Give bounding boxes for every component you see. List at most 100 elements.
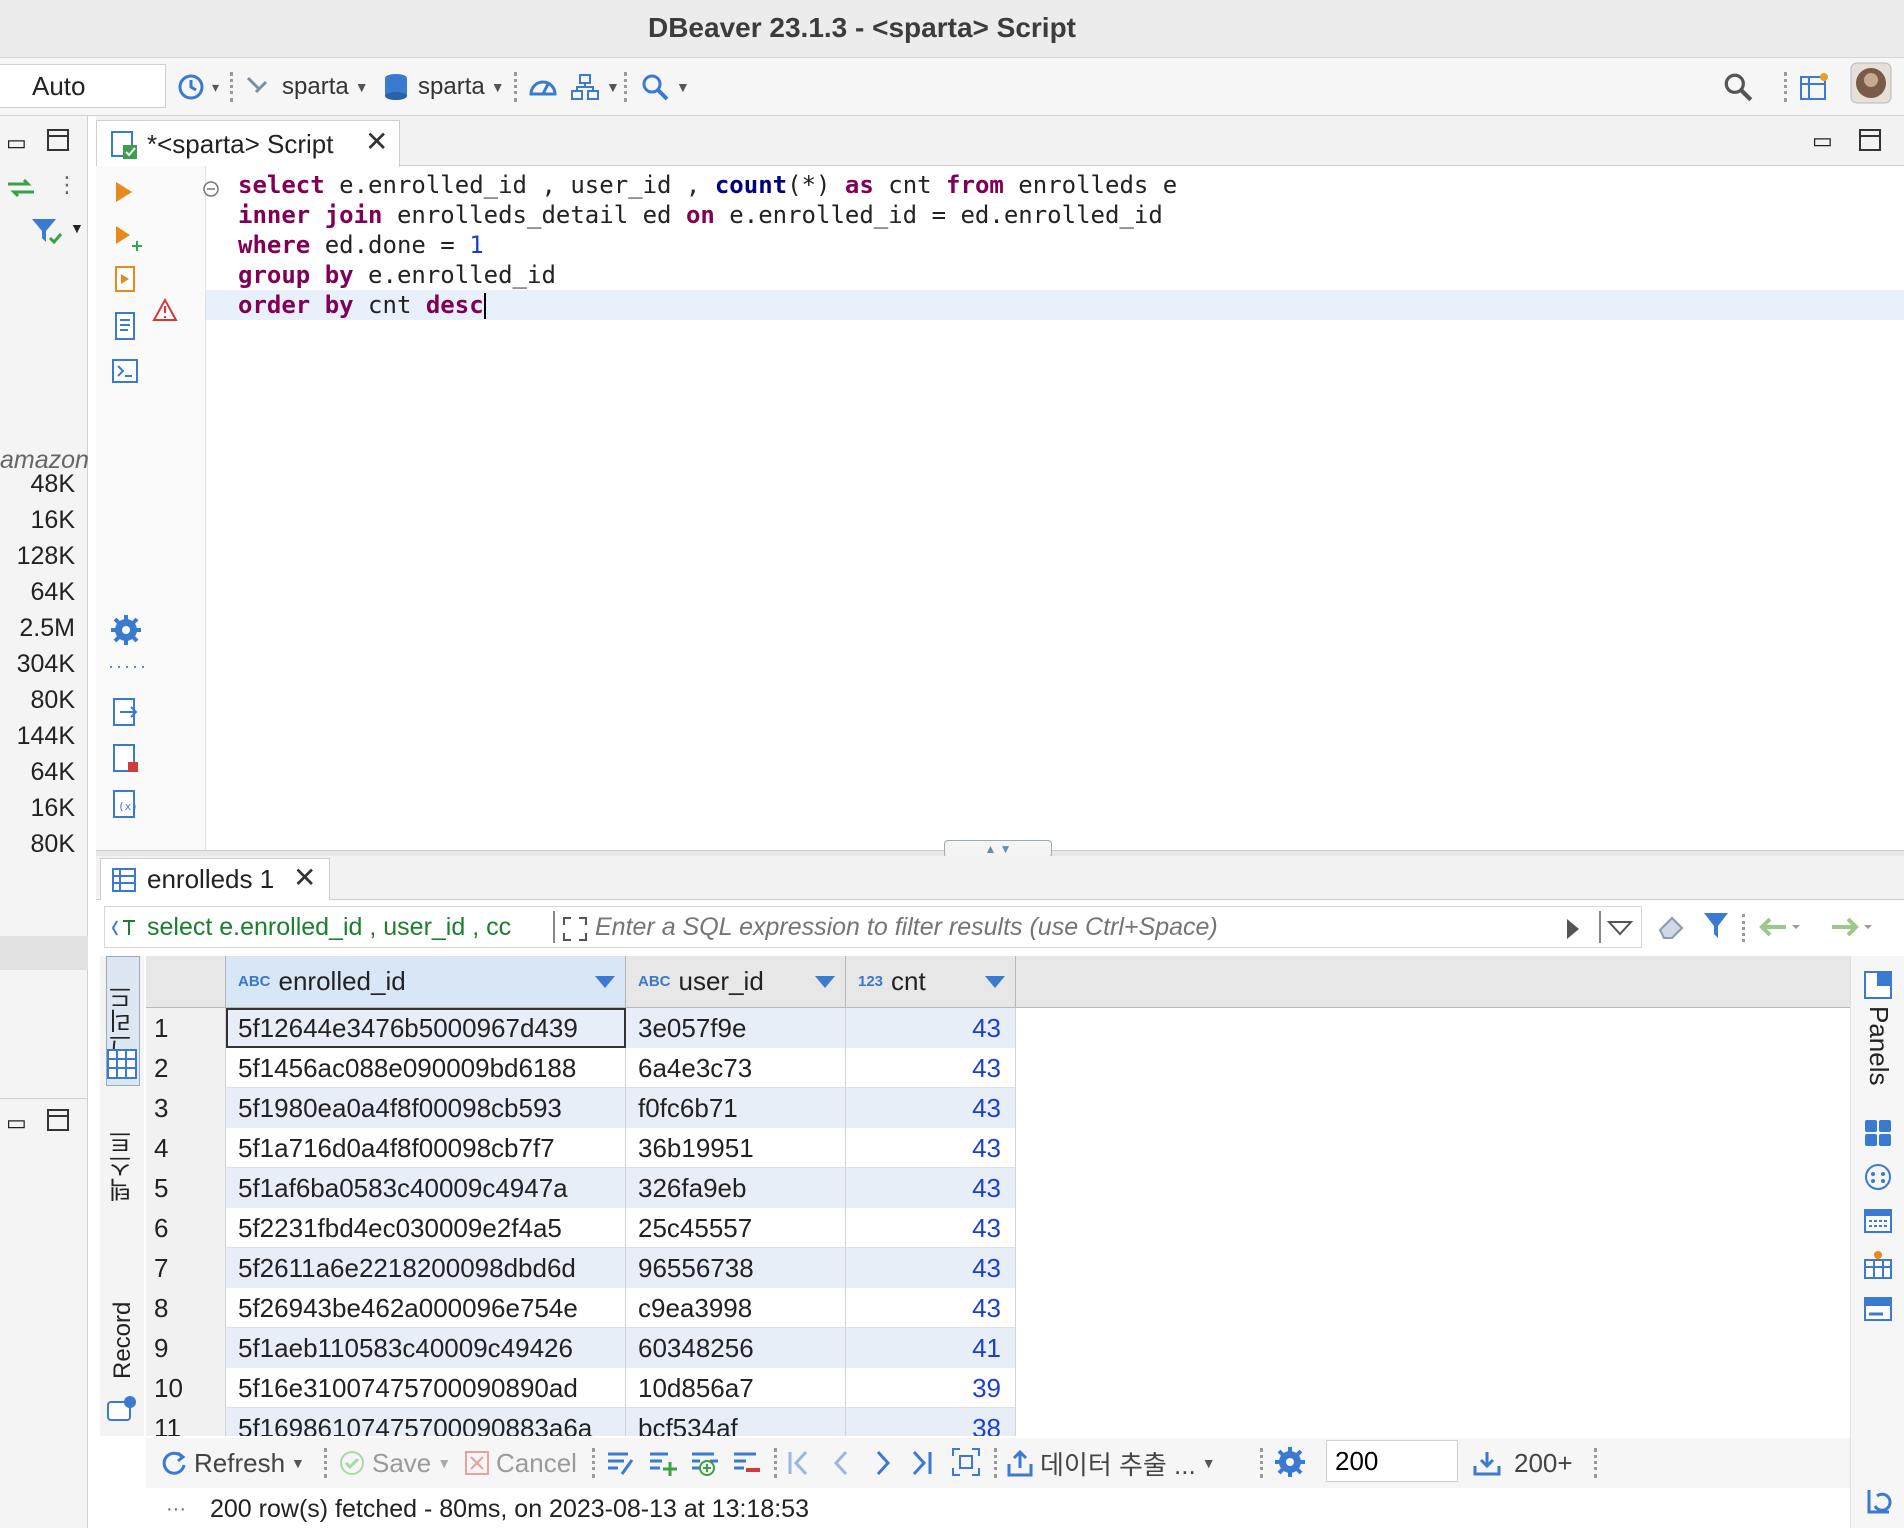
more-icon[interactable]: ····· [108, 656, 148, 677]
value-viewer-icon[interactable] [1863, 1118, 1893, 1148]
execute-script-icon[interactable] [110, 264, 140, 298]
table-row[interactable]: 3 5f1980ea0a4f8f00098cb593 f0fc6b71 43 [146, 1088, 1850, 1128]
code-line[interactable]: group by e.enrolled_id [206, 260, 1904, 290]
row-number[interactable]: 7 [146, 1248, 226, 1288]
table-cell[interactable]: 43 [846, 1168, 1016, 1208]
sort-filter-icon[interactable] [815, 976, 835, 988]
table-row[interactable]: 9 5f1aeb110583c40009c49426 60348256 41 [146, 1328, 1850, 1368]
table-cell[interactable]: 25c45557 [626, 1208, 846, 1248]
execute-statement-icon[interactable] [112, 178, 136, 206]
arrow-back-icon[interactable] [1756, 912, 1800, 942]
table-cell[interactable]: 5f1456ac088e090009bd6188 [226, 1048, 626, 1088]
maximize-icon[interactable] [46, 1108, 70, 1137]
table-cell[interactable]: 43 [846, 1008, 1016, 1048]
more-icon[interactable]: ··· [166, 1490, 186, 1528]
table-cell[interactable]: 6a4e3c73 [626, 1048, 846, 1088]
table-cell[interactable]: 43 [846, 1208, 1016, 1248]
row-number[interactable]: 5 [146, 1168, 226, 1208]
table-row[interactable]: 8 5f26943be462a000096e754e c9ea3998 43 [146, 1288, 1850, 1328]
grouping-icon[interactable] [1863, 1250, 1893, 1280]
user-avatar[interactable] [1850, 62, 1892, 104]
chevron-down-icon[interactable]: ▼ [70, 220, 84, 236]
sort-filter-icon[interactable] [595, 976, 615, 988]
table-cell[interactable]: 43 [846, 1128, 1016, 1168]
grid-corner[interactable] [146, 956, 226, 1008]
last-page-icon[interactable] [908, 1448, 934, 1478]
minimize-icon[interactable]: ▭ [1812, 128, 1833, 154]
execute-new-tab-icon[interactable] [112, 222, 142, 254]
row-number[interactable]: 1 [146, 1008, 226, 1048]
table-cell[interactable]: 5f1980ea0a4f8f00098cb593 [226, 1088, 626, 1128]
table-cell[interactable]: 5f1af6ba0583c40009c4947a [226, 1168, 626, 1208]
table-row[interactable]: 7 5f2611a6e2218200098dbd6d 96556738 43 [146, 1248, 1850, 1288]
datasource-selector[interactable]: sparta ▼ [244, 68, 369, 106]
column-header-enrolled-id[interactable]: ABC enrolled_id [226, 956, 626, 1008]
minimize-icon[interactable]: ▭ [6, 130, 27, 156]
copy-row-icon[interactable] [690, 1448, 720, 1478]
close-icon[interactable]: ✕ [293, 861, 316, 894]
filter-expression-input[interactable] [595, 913, 1495, 942]
gear-icon[interactable] [1274, 1446, 1306, 1478]
export-script-icon[interactable] [110, 696, 140, 728]
table-cell[interactable]: 41 [846, 1328, 1016, 1368]
dashboard-button[interactable] [528, 68, 558, 106]
eraser-icon[interactable] [1656, 912, 1688, 942]
previous-page-icon[interactable] [830, 1448, 852, 1478]
more-options-icon[interactable]: ⋮ [56, 172, 78, 198]
panels-icon[interactable] [1863, 970, 1893, 1000]
perspective-button[interactable] [1798, 68, 1830, 106]
commit-mode-selector[interactable]: Auto [0, 64, 166, 108]
table-row[interactable]: 2 5f1456ac088e090009bd6188 6a4e3c73 43 [146, 1048, 1850, 1088]
source-query-text[interactable]: select e.enrolled_id , user_id , cc [147, 913, 547, 942]
table-cell[interactable]: 5f12644e3476b5000967d439 [226, 1008, 626, 1048]
table-row[interactable]: 1 5f12644e3476b5000967d439 3e057f9e 43 [146, 1008, 1850, 1048]
refresh-panel-icon[interactable] [1863, 1486, 1893, 1516]
code-line[interactable]: select e.enrolled_id , user_id , count(*… [206, 170, 1904, 200]
table-cell[interactable]: 43 [846, 1248, 1016, 1288]
row-number[interactable]: 9 [146, 1328, 226, 1368]
save-button[interactable]: Save ▼ [338, 1446, 451, 1480]
table-cell[interactable]: 5f2611a6e2218200098dbd6d [226, 1248, 626, 1288]
table-cell[interactable]: 5f16986107475700090883a6a [226, 1408, 626, 1436]
table-cell[interactable]: 96556738 [626, 1248, 846, 1288]
add-row-icon[interactable] [648, 1448, 678, 1478]
calculator-icon[interactable] [1863, 1162, 1893, 1192]
table-cell[interactable]: 36b19951 [626, 1128, 846, 1168]
arrow-forward-icon[interactable] [1830, 912, 1874, 942]
link-editor-icon[interactable] [6, 176, 36, 205]
row-number[interactable]: 6 [146, 1208, 226, 1248]
table-cell[interactable]: f0fc6b71 [626, 1088, 846, 1128]
table-cell[interactable]: 326fa9eb [626, 1168, 846, 1208]
table-row[interactable]: 5 5f1af6ba0583c40009c4947a 326fa9eb 43 [146, 1168, 1850, 1208]
global-search-button[interactable] [1722, 68, 1754, 106]
transaction-button[interactable]: ▼ [570, 68, 620, 106]
close-icon[interactable]: ✕ [365, 125, 388, 158]
next-page-icon[interactable] [872, 1448, 894, 1478]
table-cell[interactable]: bcf534af [626, 1408, 846, 1436]
table-cell[interactable]: 39 [846, 1368, 1016, 1408]
table-row[interactable]: 10 5f16e31007475700090890ad 10d856a7 39 [146, 1368, 1850, 1408]
table-cell[interactable]: 43 [846, 1048, 1016, 1088]
minimize-icon[interactable]: ▭ [6, 1110, 27, 1136]
delete-row-icon[interactable] [732, 1448, 762, 1478]
maximize-icon[interactable] [1858, 128, 1882, 157]
tab-record-view[interactable]: Record [106, 1290, 140, 1390]
terminal-icon[interactable] [110, 356, 140, 386]
filter-icon[interactable] [30, 216, 64, 251]
row-number[interactable]: 11 [146, 1408, 226, 1436]
table-cell[interactable]: 43 [846, 1288, 1016, 1328]
export-data-button[interactable]: 데이터 추출 ... ▼ [1006, 1446, 1216, 1480]
table-cell[interactable]: 5f16e31007475700090890ad [226, 1368, 626, 1408]
table-cell[interactable]: c9ea3998 [626, 1288, 846, 1328]
expand-icon[interactable] [561, 915, 589, 943]
schema-selector[interactable]: sparta ▼ [382, 68, 505, 106]
column-header-cnt[interactable]: 123 cnt [846, 956, 1016, 1008]
table-row[interactable]: 11 5f16986107475700090883a6a bcf534af 38 [146, 1408, 1850, 1436]
table-row[interactable]: 4 5f1a716d0a4f8f00098cb7f7 36b19951 43 [146, 1128, 1850, 1168]
table-cell[interactable]: 5f1a716d0a4f8f00098cb7f7 [226, 1128, 626, 1168]
code-line[interactable]: order by cnt desc [206, 290, 1904, 320]
variables-icon[interactable]: (x) [110, 788, 140, 820]
row-number[interactable]: 3 [146, 1088, 226, 1128]
table-cell[interactable]: 5f1aeb110583c40009c49426 [226, 1328, 626, 1368]
fetch-all-icon[interactable] [950, 1446, 982, 1478]
